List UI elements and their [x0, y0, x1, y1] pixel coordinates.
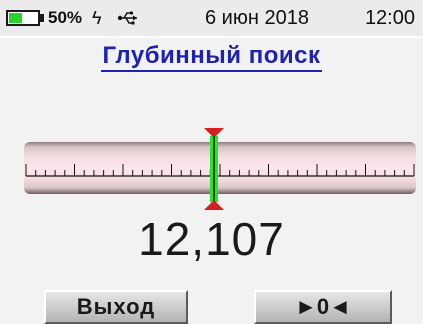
date-display: 6 июн 2018 — [205, 7, 309, 29]
time-display: 12:00 — [364, 7, 415, 29]
scale-indicator — [204, 128, 224, 210]
battery-level-fill — [9, 13, 22, 23]
usb-icon — [117, 11, 137, 25]
exit-button[interactable]: Выход — [44, 290, 188, 324]
screen-title-text: Глубинный поиск — [100, 42, 323, 72]
battery-icon — [6, 10, 40, 26]
status-bar: 50% ϟ 6 июн 2018 12:00 — [0, 0, 423, 38]
battery-percent: 50% — [48, 8, 83, 27]
measured-value: 12,107 — [138, 213, 285, 265]
indicator-bottom-marker — [204, 200, 224, 210]
lightning-icon: ϟ — [92, 8, 102, 28]
zero-button[interactable]: ►0◄ — [254, 290, 392, 324]
screen-title: Глубинный поиск — [0, 42, 423, 72]
battery-tip — [40, 14, 44, 22]
